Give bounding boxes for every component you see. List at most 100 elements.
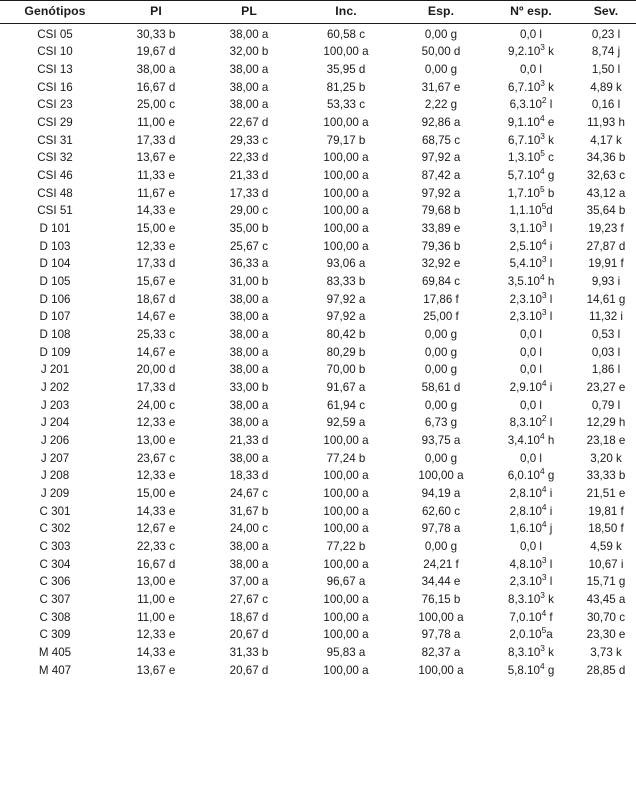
cell-nesp: 0,0 l: [520, 27, 542, 41]
table-row: D 105 15,67 e 31,00 b 83,33 b 69,84 c 3,5.104…: [0, 273, 636, 291]
column-header-pi: PI: [110, 0, 202, 24]
cell-sev: 11,93 h: [587, 115, 625, 129]
table-row: C 301 14,33 e 31,67 b 100,00 a 62,60 c 2,8.10…: [0, 502, 636, 520]
table-row: M 407 13,67 e 20,67 d 100,00 a 100,00 a 5,8.1…: [0, 661, 636, 679]
cell-sev: 34,36 b: [586, 151, 626, 165]
cell-pi: 15,00 e: [136, 221, 176, 235]
cell-genotipo: D 107: [39, 310, 71, 324]
cell-genotipo: CSI 51: [37, 204, 73, 218]
cell-genotipo: D 104: [39, 257, 71, 271]
cell-inc: 100,00 a: [323, 628, 369, 642]
cell-inc: 97,92 a: [326, 292, 366, 306]
cell-esp: 34,44 e: [421, 575, 461, 589]
cell-sev: 15,71 g: [586, 575, 626, 589]
cell-pi: 12,33 e: [136, 239, 176, 253]
header-row: Genótipos PI PL Inc. Esp. Nº esp. Sev.: [0, 0, 636, 24]
cell-inc: 81,25 b: [326, 80, 366, 94]
cell-sev: 11,32 i: [589, 310, 623, 324]
cell-esp: 0,00 g: [424, 27, 458, 41]
cell-genotipo: D 103: [39, 239, 71, 253]
cell-sev: 23,27 e: [586, 380, 626, 394]
cell-esp: 82,37 a: [421, 646, 461, 660]
cell-esp: 2,22 g: [424, 98, 458, 112]
cell-esp: 0,00 g: [424, 62, 458, 76]
table-row: J 207 23,67 c 38,00 a 77,24 b 0,00 g 0,0 l 3,2…: [0, 449, 636, 467]
cell-pl: 38,00 a: [229, 451, 269, 465]
cell-sev: 9,93 i: [591, 274, 621, 288]
cell-esp: 97,78 a: [421, 628, 461, 642]
cell-nesp: 8,3.103 k: [508, 643, 554, 660]
cell-pi: 13,00 e: [136, 433, 176, 447]
cell-pl: 38,00 a: [229, 310, 269, 324]
cell-esp: 25,00 f: [423, 310, 459, 324]
cell-inc: 100,00 a: [323, 204, 369, 218]
cell-pi: 12,33 e: [136, 469, 176, 483]
cell-sev: 19,81 f: [588, 504, 624, 518]
cell-inc: 77,24 b: [326, 451, 366, 465]
cell-genotipo: D 108: [39, 327, 71, 341]
cell-genotipo: C 303: [39, 539, 71, 553]
cell-nesp: 3,4.104 h: [507, 431, 555, 447]
cell-pl: 24,67 c: [229, 486, 269, 500]
table-row: C 307 11,00 e 27,67 c 100,00 a 76,15 b 8,3.10…: [0, 591, 636, 609]
cell-genotipo: CSI 48: [37, 186, 73, 200]
cell-genotipo: CSI 13: [37, 62, 73, 76]
cell-nesp: 2,3.103 l: [509, 289, 553, 306]
table-header: Genótipos PI PL Inc. Esp. Nº esp. Sev.: [0, 0, 636, 24]
cell-pl: 38,00 a: [229, 416, 269, 430]
table-row: D 101 15,00 e 35,00 b 100,00 a 33,89 e 3,1.10…: [0, 220, 636, 238]
cell-sev: 32,63 c: [586, 168, 626, 182]
table-row: D 109 14,67 e 38,00 a 80,29 b 0,00 g 0,0 l 0,0…: [0, 343, 636, 361]
cell-sev: 33,33 b: [586, 469, 626, 483]
cell-pi: 23,67 c: [136, 451, 176, 465]
cell-pi: 17,33 d: [136, 380, 176, 394]
cell-pl: 38,00 a: [229, 398, 269, 412]
cell-esp: 33,89 e: [421, 221, 461, 235]
cell-nesp: 2,9.104 i: [509, 378, 553, 394]
cell-pl: 38,00 a: [229, 62, 269, 76]
cell-sev: 23,18 e: [586, 433, 626, 447]
cell-esp: 93,75 a: [421, 433, 461, 447]
cell-pl: 33,00 b: [229, 380, 269, 394]
cell-inc: 100,00 a: [323, 504, 369, 518]
table-row: CSI 23 25,00 c 38,00 a 53,33 c 2,22 g 6,3.102…: [0, 96, 636, 114]
cell-genotipo: CSI 32: [37, 151, 73, 165]
cell-inc: 100,00 a: [323, 610, 369, 624]
table-row: J 208 12,33 e 18,33 d 100,00 a 100,00 a 6,0.1…: [0, 467, 636, 485]
cell-esp: 97,92 a: [421, 186, 461, 200]
cell-sev: 43,45 a: [586, 593, 626, 606]
cell-pi: 24,00 c: [136, 398, 176, 412]
table-container: Genótipos PI PL Inc. Esp. Nº esp. Sev. C…: [0, 0, 636, 679]
cell-nesp: 2,3.103 l: [509, 572, 553, 589]
table-row: CSI 51 14,33 e 29,00 c 100,00 a 79,68 b 1,1.1…: [0, 202, 636, 220]
table-row: C 309 12,33 e 20,67 d 100,00 a 97,78 a 2,0.10…: [0, 626, 636, 644]
cell-nesp: 2,0.105a: [509, 625, 553, 642]
cell-genotipo: J 203: [40, 398, 70, 412]
cell-pi: 15,00 e: [136, 486, 176, 500]
cell-pi: 13,67 e: [136, 151, 176, 165]
cell-sev: 21,51 e: [586, 486, 626, 500]
cell-pl: 22,67 d: [229, 115, 269, 129]
cell-esp: 0,00 g: [424, 398, 458, 412]
cell-inc: 80,42 b: [326, 327, 366, 341]
cell-inc: 53,33 c: [326, 98, 366, 112]
cell-esp: 0,00 g: [424, 451, 458, 465]
cell-esp: 79,36 b: [421, 239, 461, 253]
cell-inc: 100,00 a: [323, 168, 369, 182]
cell-nesp: 6,3.102 l: [509, 95, 553, 112]
cell-esp: 100,00 a: [418, 469, 464, 483]
table-row: J 209 15,00 e 24,67 c 100,00 a 94,19 a 2,8.10…: [0, 485, 636, 503]
cell-genotipo: CSI 16: [37, 80, 73, 94]
cell-genotipo: D 106: [39, 292, 71, 306]
cell-inc: 100,00 a: [323, 239, 369, 253]
cell-inc: 100,00 a: [323, 45, 369, 59]
cell-nesp: 2,8.104 i: [509, 484, 553, 500]
cell-nesp: 3,5.104 h: [507, 272, 555, 288]
cell-sev: 0,79 l: [591, 398, 621, 412]
cell-pl: 35,00 b: [229, 221, 269, 235]
cell-pl: 31,33 b: [229, 646, 269, 660]
cell-inc: 100,00 a: [323, 151, 369, 165]
cell-pi: 11,33 e: [137, 168, 175, 182]
cell-pl: 31,67 b: [229, 504, 269, 518]
cell-inc: 95,83 a: [326, 646, 366, 660]
